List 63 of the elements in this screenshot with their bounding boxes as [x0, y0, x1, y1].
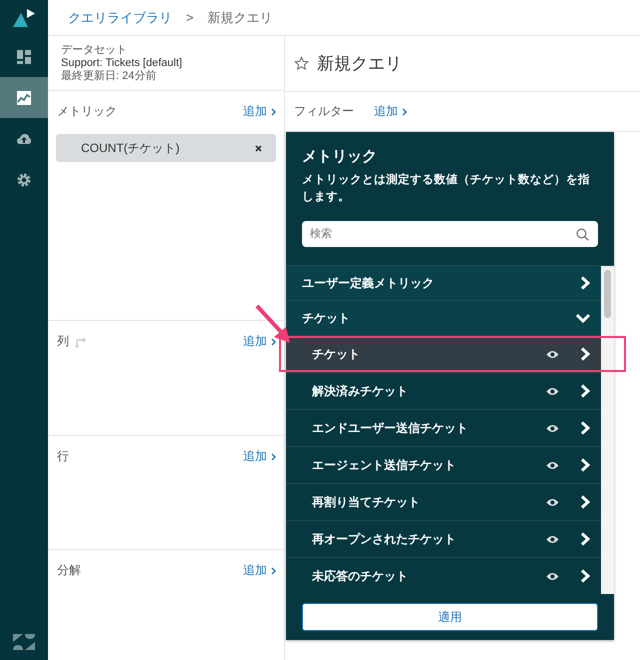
chip-label: COUNT(チケット)	[81, 140, 180, 156]
metric-chip[interactable]: COUNT(チケット)	[56, 134, 276, 162]
category-row[interactable]: チケット	[286, 301, 601, 336]
picker-title: メトリック	[302, 147, 378, 166]
section-label: 分解	[57, 562, 81, 579]
chevron-right-icon	[579, 569, 591, 583]
section-label: メトリック	[57, 103, 117, 120]
chart-icon	[17, 90, 31, 104]
picker-description: メトリックとは測定する数値（チケット数など）を指します。	[302, 172, 591, 205]
chevron-right-icon	[579, 458, 591, 472]
section-label: 行	[57, 448, 69, 465]
dataset-updated: 最終更新日: 24分前	[61, 70, 158, 83]
metric-item[interactable]: エンドユーザー送信チケット	[286, 410, 601, 447]
chevron-right-icon	[402, 108, 407, 116]
remove-button[interactable]	[253, 142, 264, 154]
category-row[interactable]: ユーザー定義メトリック	[286, 266, 601, 301]
breadcrumb-current: 新規クエリ	[208, 8, 273, 26]
dashboard-icon	[17, 50, 31, 64]
dataset-name: Support: Tickets [default]	[61, 57, 184, 70]
logo-icon[interactable]	[13, 9, 35, 27]
add-link[interactable]: 追加	[243, 333, 276, 350]
chevron-right-icon	[271, 108, 276, 116]
chevron-right-icon	[579, 532, 591, 546]
chevron-right-icon	[579, 421, 591, 435]
filter-label: フィルター	[294, 103, 354, 120]
metric-item[interactable]: 再割り当てチケット	[286, 484, 601, 521]
metric-item[interactable]: 解決済みチケット	[286, 373, 601, 410]
eye-icon	[546, 460, 559, 470]
chevron-down-icon	[575, 312, 591, 324]
chevron-right-icon	[579, 495, 591, 509]
eye-icon	[546, 386, 559, 396]
search-field[interactable]: 検索	[302, 221, 598, 247]
add-link[interactable]: 追加	[243, 103, 276, 120]
eye-icon	[546, 572, 559, 580]
nav-item[interactable]	[0, 77, 48, 118]
dataset-label: データセット	[61, 44, 128, 57]
z-logo-icon[interactable]	[13, 634, 35, 650]
upload-icon	[17, 132, 31, 146]
eye-icon	[546, 424, 559, 432]
chevron-right-icon	[579, 384, 591, 398]
chevron-right-icon	[579, 347, 591, 361]
eye-icon	[546, 498, 559, 506]
add-link[interactable]: 追加	[374, 103, 407, 120]
chevron-right-icon	[271, 566, 276, 574]
close-icon	[255, 144, 262, 152]
chevron-right-icon	[271, 338, 276, 346]
star-icon[interactable]	[294, 56, 309, 71]
metric-item[interactable]: エージェント送信チケット	[286, 447, 601, 484]
settings-icon	[17, 172, 31, 186]
scrollbar[interactable]	[601, 266, 614, 594]
section-label: 列	[57, 333, 69, 350]
chevron-right-icon	[579, 276, 591, 290]
add-link[interactable]: 追加	[243, 562, 276, 579]
add-link[interactable]: 追加	[243, 448, 276, 465]
breadcrumb-separator: >	[186, 10, 194, 25]
breadcrumb-link[interactable]: クエリライブラリ	[68, 8, 172, 26]
eye-icon	[546, 534, 559, 544]
apply-button[interactable]: 適用	[302, 603, 598, 631]
metric-item[interactable]: 再オープンされたチケット	[286, 521, 601, 558]
query-title: 新規クエリ	[317, 53, 402, 75]
chevron-right-icon	[271, 452, 276, 460]
search-icon	[576, 228, 589, 241]
eye-icon	[546, 350, 559, 358]
